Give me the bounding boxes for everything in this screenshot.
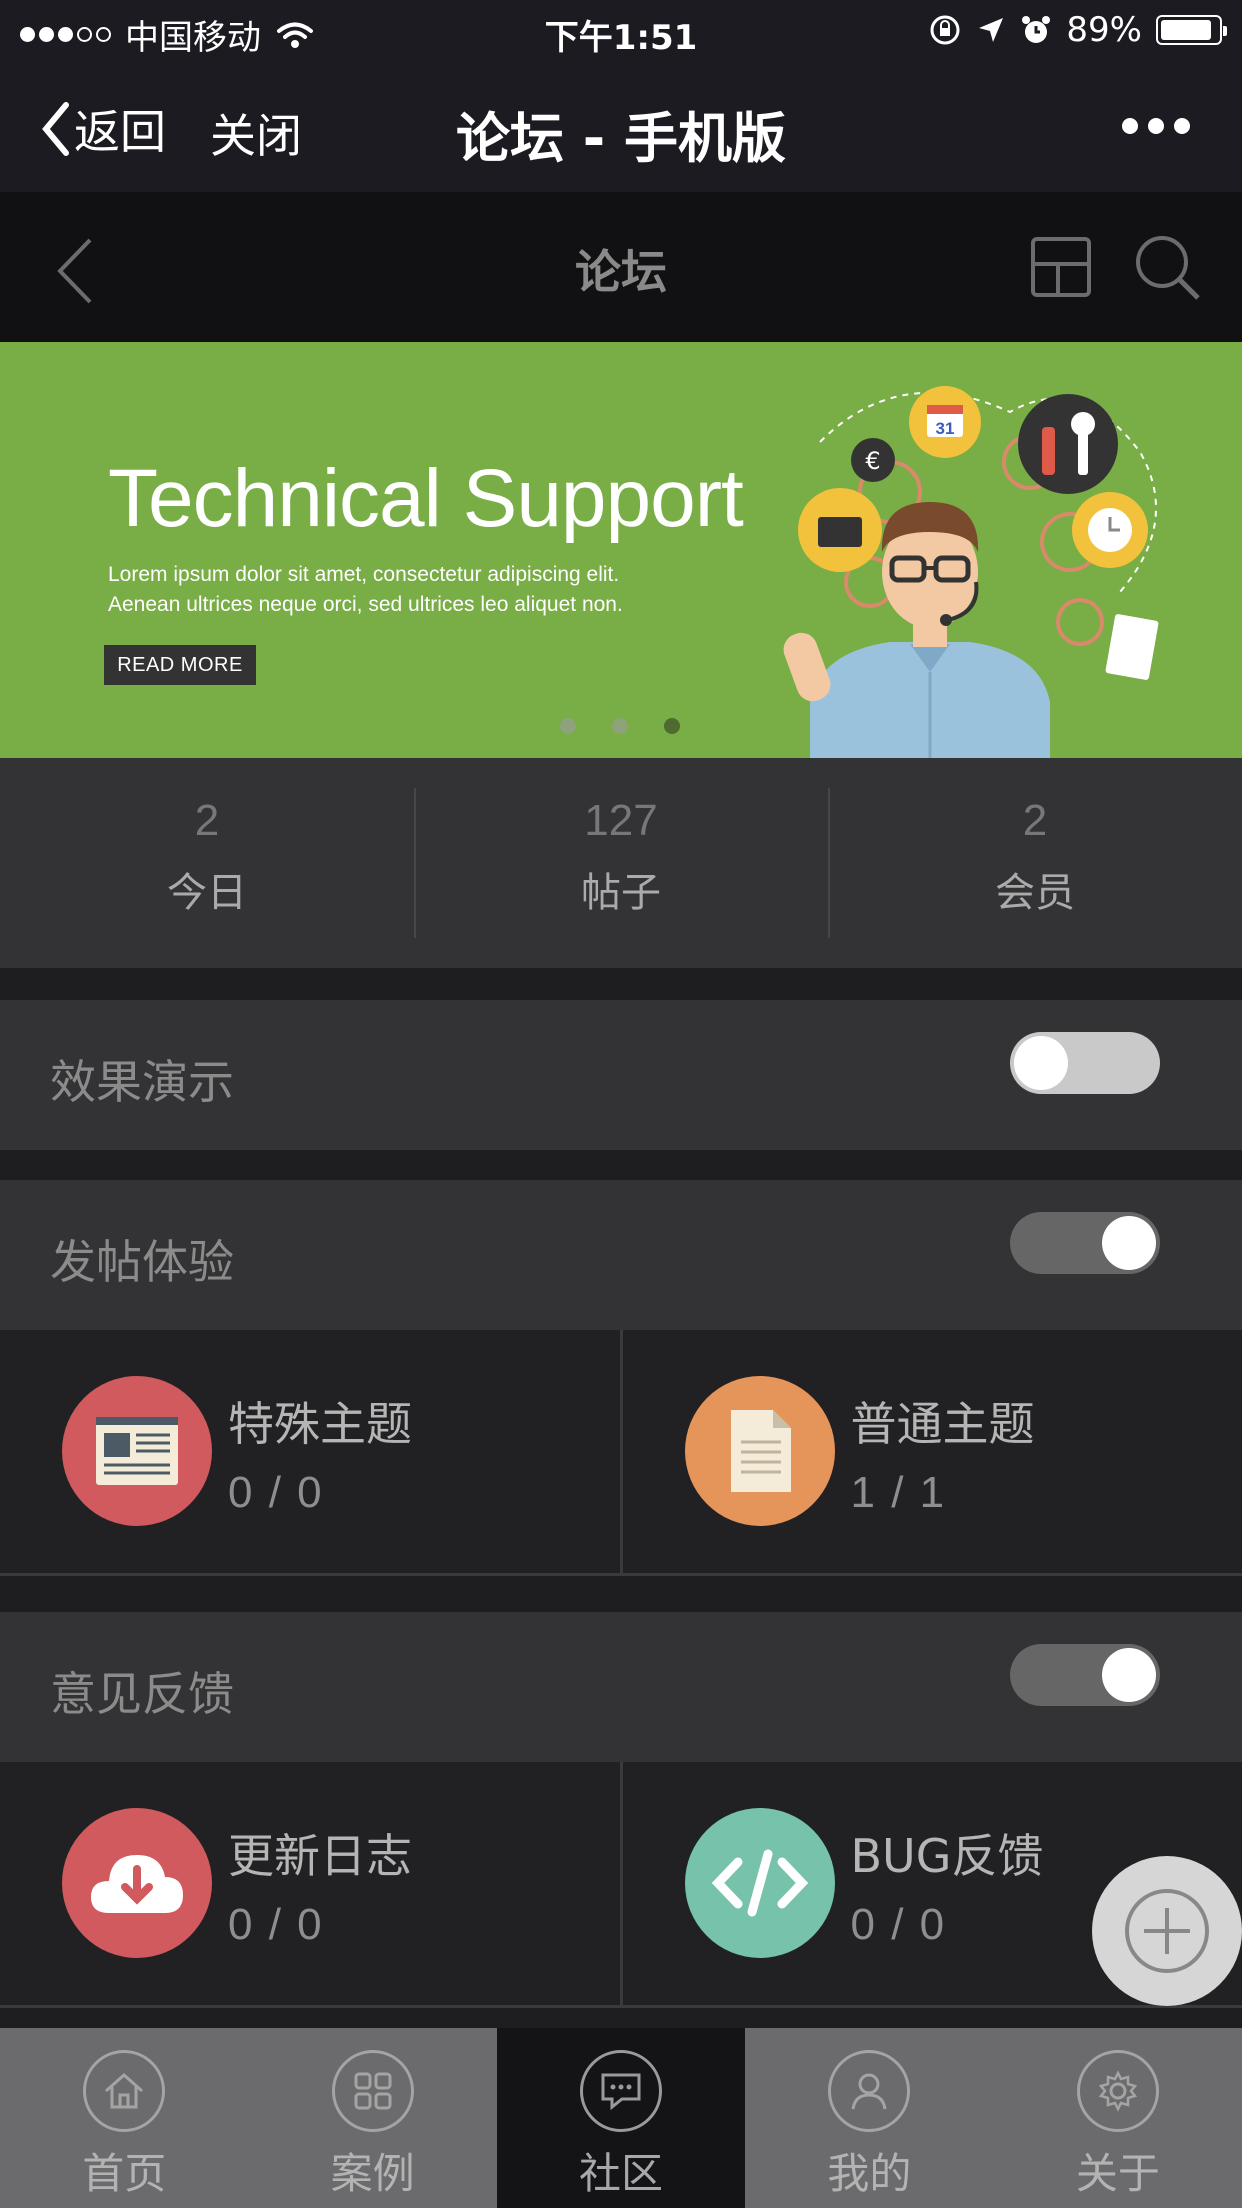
- board-count: 0 / 0: [850, 1900, 947, 1949]
- grid-icon: [331, 2050, 414, 2132]
- gear-icon: [1076, 2050, 1159, 2132]
- board-count: 0 / 0: [228, 1468, 324, 1517]
- carousel-dot[interactable]: [664, 718, 680, 734]
- section-toggle[interactable]: [1010, 1644, 1160, 1706]
- stat-value: 127: [584, 796, 658, 845]
- alarm-icon: [1022, 16, 1051, 43]
- section-posting[interactable]: 发帖体验: [0, 1180, 1242, 1330]
- rotation-lock-icon: [930, 15, 960, 45]
- board-special-topics[interactable]: 特殊主题 0 / 0: [0, 1330, 620, 1573]
- board-title: 普通主题: [850, 1397, 1035, 1451]
- tab-label: 案例: [330, 2149, 415, 2198]
- tab-cases[interactable]: 案例: [248, 2028, 496, 2208]
- plus-circle-icon: [1125, 1889, 1209, 1973]
- stat-value: 2: [194, 796, 220, 845]
- status-bar: 中国移动 下午1:51 89%: [0, 0, 1242, 62]
- tab-label: 首页: [82, 2149, 167, 2198]
- layout-grid-icon[interactable]: [1030, 236, 1092, 298]
- section-title: 发帖体验: [50, 1235, 234, 1289]
- cloud-download-icon: [62, 1808, 212, 1958]
- stat-label: 今日: [167, 870, 247, 916]
- stat-today: 2 今日: [0, 758, 414, 968]
- read-more-button[interactable]: READ MORE: [104, 645, 256, 685]
- board-title: 特殊主题: [228, 1397, 412, 1451]
- user-icon: [828, 2050, 911, 2132]
- page-title: 论坛 - 手机版: [455, 107, 786, 170]
- more-menu-button[interactable]: [1122, 118, 1190, 134]
- more-dots-icon: [1122, 118, 1138, 134]
- battery-percent: 89%: [1066, 10, 1142, 50]
- board-title: BUG反馈: [850, 1829, 1044, 1883]
- stat-posts: 127 帖子: [414, 758, 828, 968]
- board-title: 更新日志: [228, 1829, 412, 1883]
- tab-about[interactable]: 关于: [994, 2028, 1242, 2208]
- section-toggle[interactable]: [1010, 1212, 1160, 1274]
- stat-label: 会员: [995, 870, 1075, 916]
- location-icon: [979, 18, 1004, 42]
- section-feedback[interactable]: 意见反馈: [0, 1612, 1242, 1762]
- tab-label: 我的: [827, 2149, 912, 2198]
- tab-label: 社区: [579, 2149, 664, 2198]
- section-title: 意见反馈: [50, 1667, 234, 1721]
- wechat-nav-bar: 返回 关闭 论坛 - 手机版: [0, 62, 1242, 192]
- chat-icon: [580, 2050, 663, 2132]
- tab-home[interactable]: 首页: [0, 2028, 248, 2208]
- board-row: 特殊主题 0 / 0 普通主题 1 / 1: [0, 1330, 1242, 1576]
- search-icon[interactable]: [1132, 232, 1202, 302]
- tab-mine[interactable]: 我的: [745, 2028, 993, 2208]
- forum-header: 论坛: [0, 192, 1242, 342]
- section-demo[interactable]: 效果演示: [0, 1000, 1242, 1150]
- banner-body: Lorem ipsum dolor sit amet, consectetur …: [108, 563, 623, 616]
- code-icon: [684, 1808, 835, 1958]
- stat-members: 2 会员: [828, 758, 1242, 968]
- svg-text:31: 31: [936, 419, 955, 438]
- tools-icon: [1018, 394, 1118, 494]
- bottom-tab-bar: 首页 案例 社区 我的 关于: [0, 2028, 1242, 2208]
- board-normal-topics[interactable]: 普通主题 1 / 1: [619, 1330, 1242, 1573]
- home-icon: [83, 2050, 166, 2132]
- stat-label: 帖子: [581, 870, 661, 916]
- carousel-dot[interactable]: [560, 718, 576, 734]
- board-count: 0 / 0: [228, 1900, 324, 1949]
- section-toggle[interactable]: [1010, 1032, 1160, 1094]
- svg-text:€: €: [865, 447, 880, 475]
- banner-carousel[interactable]: Technical Support Lorem ipsum dolor sit …: [0, 342, 1242, 758]
- board-count: 1 / 1: [850, 1468, 947, 1517]
- document-icon: [684, 1376, 835, 1526]
- section-title: 效果演示: [50, 1055, 234, 1109]
- newspaper-icon: [62, 1376, 212, 1526]
- battery-icon: [1156, 15, 1227, 45]
- tab-community[interactable]: 社区: [496, 2028, 746, 2208]
- forum-stats: 2 今日 127 帖子 2 会员: [0, 758, 1242, 968]
- carousel-indicators: [560, 718, 680, 734]
- carousel-dot[interactable]: [612, 718, 628, 734]
- banner-headline: Technical Support: [108, 453, 744, 544]
- stat-value: 2: [1022, 796, 1048, 845]
- support-agent-illustration: 31 €: [783, 386, 1159, 758]
- board-row: 更新日志 0 / 0 BUG反馈 0 / 0: [0, 1762, 1242, 2008]
- new-post-button[interactable]: [1092, 1856, 1242, 2006]
- tab-label: 关于: [1075, 2149, 1160, 2198]
- board-changelog[interactable]: 更新日志 0 / 0: [0, 1762, 620, 2005]
